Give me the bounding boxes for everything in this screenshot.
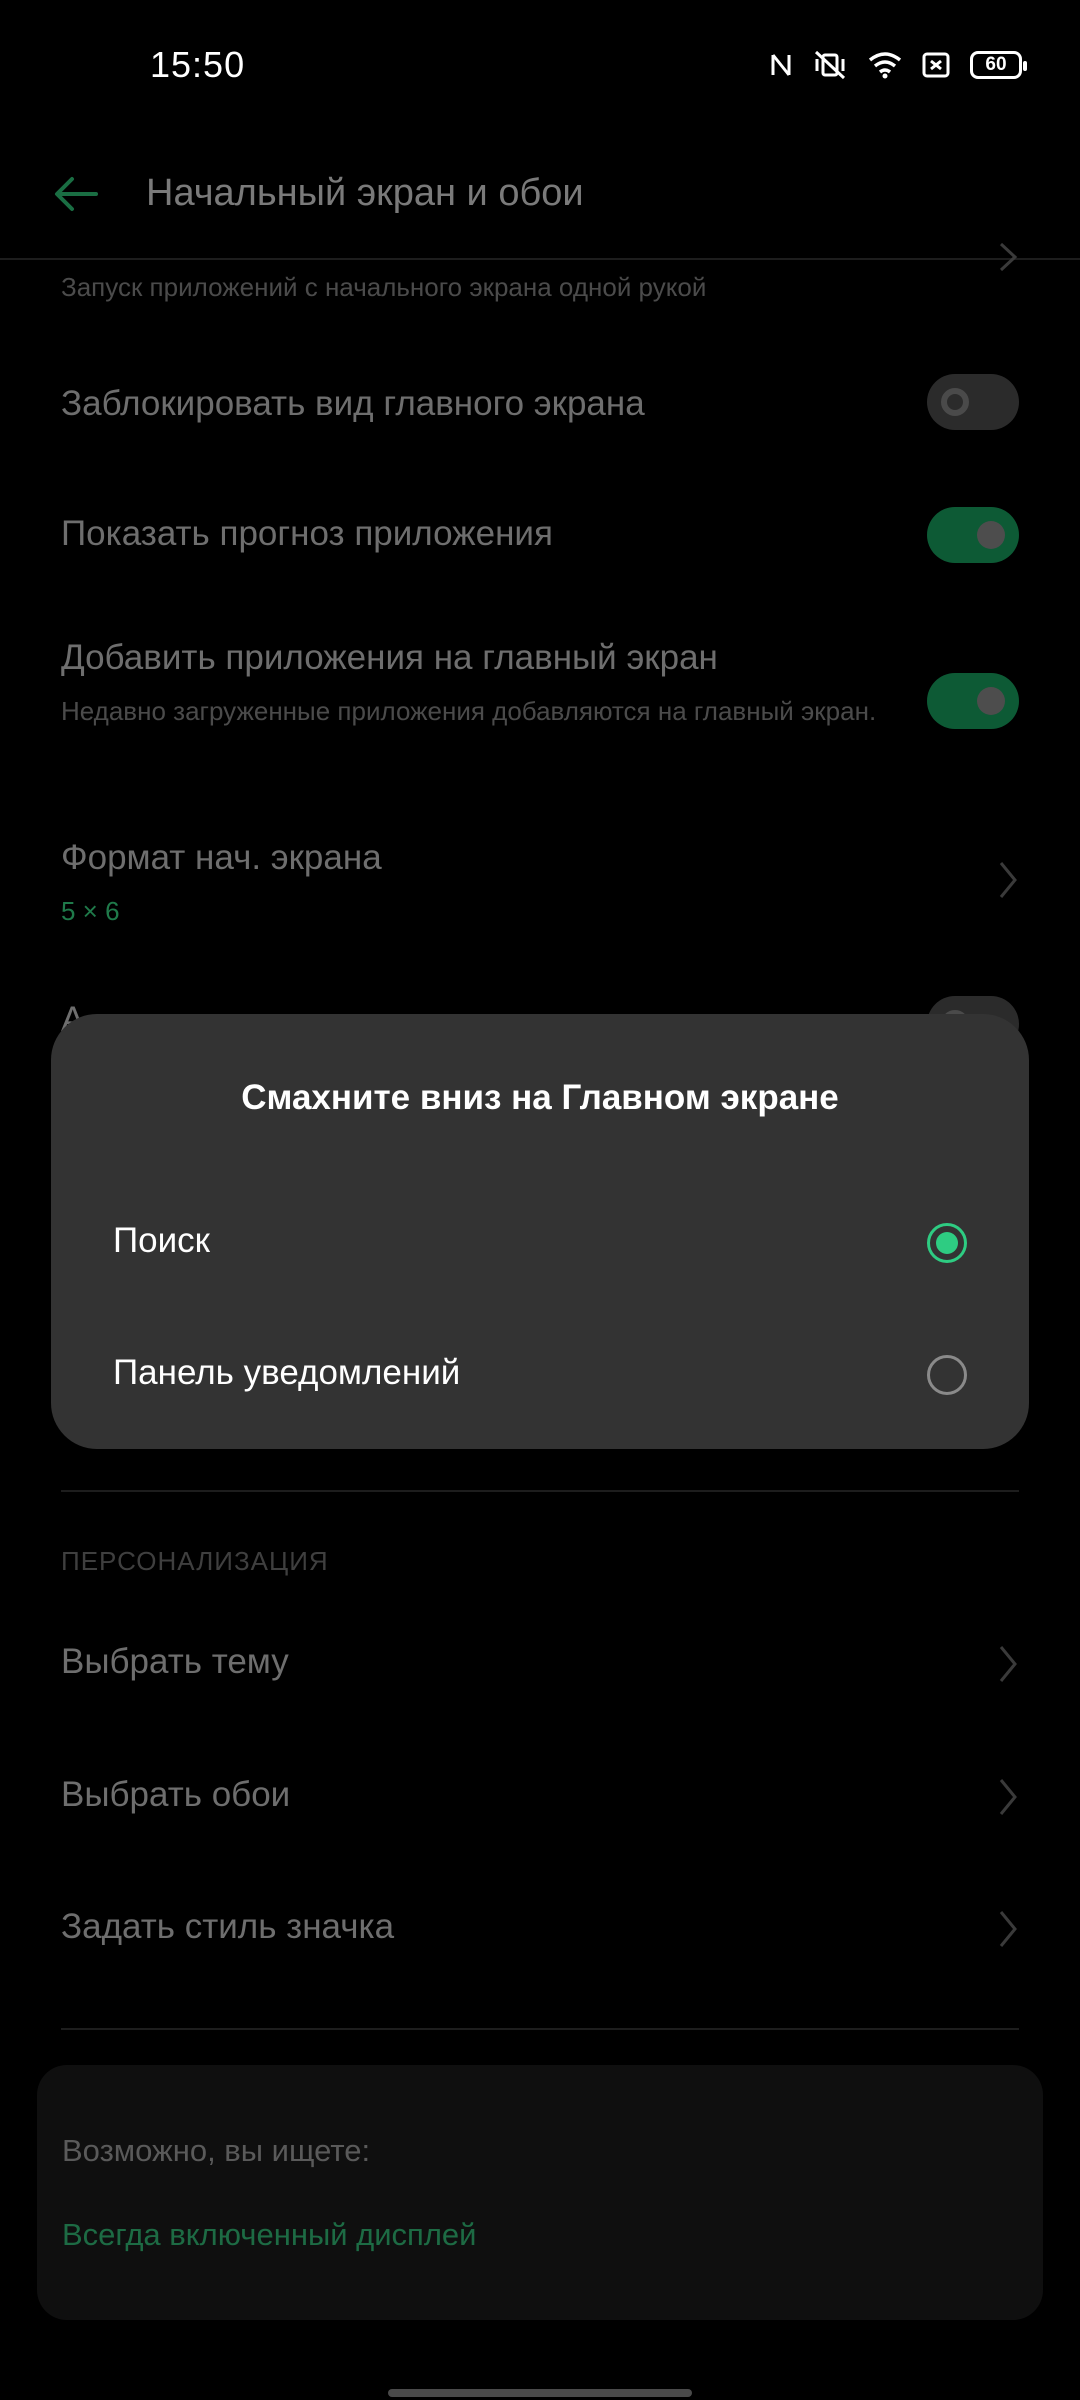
icon-style-row[interactable]: Задать стиль значка bbox=[61, 1907, 1019, 1953]
status-bar: 15:50 60 bbox=[0, 0, 1080, 130]
wifi-icon bbox=[868, 51, 902, 79]
chevron-right-icon bbox=[997, 1644, 1019, 1689]
gesture-nav-handle[interactable] bbox=[388, 2389, 692, 2397]
option-search[interactable]: Поиск bbox=[113, 1203, 967, 1283]
add-apps-label: Добавить приложения на главный экран bbox=[61, 638, 718, 677]
toggle-knob bbox=[977, 687, 1005, 715]
lock-layout-row[interactable]: Заблокировать вид главного экрана bbox=[61, 374, 1019, 436]
lock-layout-toggle[interactable] bbox=[927, 374, 1019, 430]
chevron-right-icon bbox=[997, 1909, 1019, 1954]
toggle-knob bbox=[941, 388, 969, 416]
sim-icon bbox=[922, 52, 950, 78]
option-notification-label: Панель уведомлений bbox=[113, 1353, 461, 1392]
lock-layout-label: Заблокировать вид главного экрана bbox=[61, 384, 645, 423]
wallpaper-row[interactable]: Выбрать обои bbox=[61, 1775, 1019, 1821]
radio-unchecked-icon[interactable] bbox=[927, 1355, 967, 1395]
one-hand-subtitle: Запуск приложений с начального экрана од… bbox=[61, 272, 707, 302]
chevron-right-icon bbox=[997, 242, 1019, 277]
nfc-icon bbox=[770, 51, 792, 79]
grid-format-label: Формат нач. экрана bbox=[61, 838, 382, 877]
divider bbox=[61, 1490, 1019, 1492]
suggestion-link[interactable]: Всегда включенный дисплей bbox=[62, 2217, 477, 2253]
add-apps-subtitle: Недавно загруженные приложения добавляют… bbox=[61, 696, 877, 726]
divider bbox=[61, 2028, 1019, 2030]
add-apps-row[interactable]: Добавить приложения на главный экран Нед… bbox=[61, 638, 1019, 730]
radio-checked-icon[interactable] bbox=[927, 1223, 967, 1263]
status-time: 15:50 bbox=[150, 44, 246, 85]
icon-style-label: Задать стиль значка bbox=[61, 1907, 395, 1946]
option-notification-panel[interactable]: Панель уведомлений bbox=[113, 1335, 967, 1415]
arrow-left-icon[interactable] bbox=[52, 174, 100, 219]
grid-format-row[interactable]: Формат нач. экрана 5 × 6 bbox=[61, 838, 1019, 927]
add-apps-toggle[interactable] bbox=[927, 673, 1019, 729]
page-title: Начальный экран и обои bbox=[146, 172, 584, 214]
app-suggestions-label: Показать прогноз приложения bbox=[61, 514, 553, 553]
swipe-down-dialog: Смахните вниз на Главном экране Поиск Па… bbox=[51, 1014, 1029, 1449]
theme-label: Выбрать тему bbox=[61, 1642, 289, 1681]
app-bar: Начальный экран и обои bbox=[0, 130, 1080, 260]
option-search-label: Поиск bbox=[113, 1221, 210, 1260]
vibrate-off-icon bbox=[812, 50, 848, 80]
theme-row[interactable]: Выбрать тему bbox=[61, 1642, 1019, 1688]
wallpaper-label: Выбрать обои bbox=[61, 1775, 291, 1814]
app-suggestions-toggle[interactable] bbox=[927, 507, 1019, 563]
dialog-title: Смахните вниз на Главном экране bbox=[241, 1078, 839, 1117]
section-personalization: ПЕРСОНАЛИЗАЦИЯ bbox=[61, 1546, 329, 1576]
suggestions-title: Возможно, вы ищете: bbox=[62, 2133, 371, 2168]
app-suggestions-row[interactable]: Показать прогноз приложения bbox=[61, 507, 1019, 570]
toggle-knob bbox=[977, 521, 1005, 549]
battery-icon: 60 bbox=[970, 51, 1027, 79]
suggestions-card: Возможно, вы ищете: Всегда включенный ди… bbox=[37, 2065, 1043, 2320]
grid-format-value: 5 × 6 bbox=[61, 896, 120, 926]
chevron-right-icon bbox=[997, 1777, 1019, 1822]
chevron-right-icon bbox=[997, 860, 1019, 905]
one-hand-row[interactable]: Запуск приложений с начального экрана од… bbox=[61, 242, 1019, 306]
status-icons: 60 bbox=[770, 50, 1027, 80]
